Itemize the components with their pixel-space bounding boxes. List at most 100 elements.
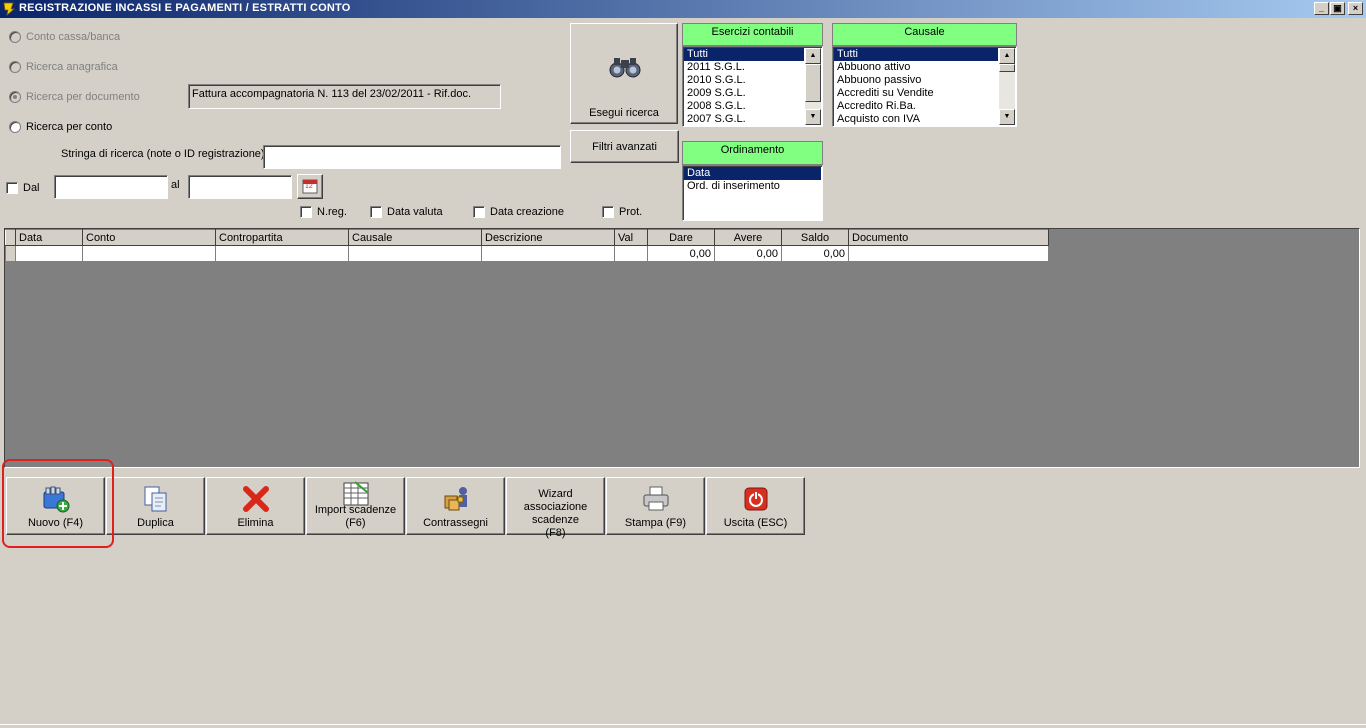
radio-ricerca-anagrafica-label: Ricerca anagrafica xyxy=(26,61,118,73)
power-exit-icon xyxy=(744,487,768,511)
radio-ricerca-documento-label: Ricerca per documento xyxy=(26,91,140,103)
scroll-up-icon[interactable]: ▲ xyxy=(805,48,821,64)
table-cell[interactable] xyxy=(15,245,83,262)
binoculars-icon xyxy=(609,58,641,78)
causale-scrollbar[interactable]: ▲ ▼ xyxy=(999,48,1015,125)
contrassegni-button[interactable]: Contrassegni xyxy=(406,477,505,535)
radio-ricerca-anagrafica[interactable] xyxy=(9,61,21,73)
radio-ricerca-documento[interactable] xyxy=(9,91,21,103)
column-header[interactable]: Val xyxy=(614,229,648,246)
esercizi-item[interactable]: 2011 S.G.L. xyxy=(684,61,804,74)
causale-item[interactable]: Tutti xyxy=(834,48,998,61)
al-label: al xyxy=(171,179,180,191)
data-valuta-checkbox[interactable] xyxy=(370,206,382,218)
column-header[interactable]: Conto xyxy=(82,229,216,246)
minimize-button[interactable]: _ xyxy=(1314,2,1329,15)
data-creazione-checkbox[interactable] xyxy=(473,206,485,218)
title-bar: REGISTRAZIONE INCASSI E PAGAMENTI / ESTR… xyxy=(0,0,1366,18)
courier-boxes-icon xyxy=(444,487,467,511)
table-cell[interactable]: 0,00 xyxy=(781,245,849,262)
esercizi-item[interactable]: 2009 S.G.L. xyxy=(684,87,804,100)
data-valuta-label: Data valuta xyxy=(387,206,443,218)
results-grid[interactable]: Data Conto Contropartita Causale Descrizione… xyxy=(4,228,1360,468)
radio-conto-cassa[interactable] xyxy=(9,31,21,43)
column-header[interactable]: Causale xyxy=(348,229,482,246)
esercizi-header: Esercizi contabili xyxy=(682,23,823,46)
search-string-input[interactable] xyxy=(263,145,561,169)
table-cell[interactable] xyxy=(481,245,615,262)
column-header[interactable]: Documento xyxy=(848,229,1049,246)
causale-item[interactable]: Abbuono attivo xyxy=(834,61,998,74)
import-scadenze-button[interactable]: Import scadenze (F6) xyxy=(306,477,405,535)
scroll-thumb[interactable] xyxy=(999,64,1015,72)
highlight-annotation xyxy=(2,459,114,548)
esercizi-item[interactable]: 2008 S.G.L. xyxy=(684,100,804,113)
dal-checkbox[interactable] xyxy=(6,182,18,194)
calendar-day-text: 12 xyxy=(305,183,313,190)
esercizi-scrollbar[interactable]: ▲ ▼ xyxy=(805,48,821,125)
column-header[interactable]: Contropartita xyxy=(215,229,349,246)
window-title: REGISTRAZIONE INCASSI E PAGAMENTI / ESTR… xyxy=(19,2,351,14)
scroll-thumb[interactable] xyxy=(805,64,821,102)
elimina-button[interactable]: Elimina xyxy=(206,477,305,535)
date-to-input[interactable] xyxy=(188,175,292,199)
delete-x-icon xyxy=(243,486,269,512)
column-header[interactable]: Data xyxy=(15,229,83,246)
contrassegni-label: Contrassegni xyxy=(423,517,488,529)
scroll-down-icon[interactable]: ▼ xyxy=(999,109,1015,125)
table-cell[interactable]: 0,00 xyxy=(647,245,715,262)
advanced-filters-button[interactable]: Filtri avanzati xyxy=(570,130,679,163)
nreg-checkbox[interactable] xyxy=(300,206,312,218)
causale-item[interactable]: Accredito Ri.Ba. xyxy=(834,100,998,113)
stampa-button[interactable]: Stampa (F9) xyxy=(606,477,705,535)
dal-label: Dal xyxy=(23,182,40,194)
causale-item[interactable]: Acquisto con IVA xyxy=(834,113,998,126)
table-cell[interactable] xyxy=(215,245,349,262)
row-indicator-header xyxy=(5,229,16,246)
execute-search-button[interactable]: Esegui ricerca xyxy=(570,23,678,124)
search-string-label: Stringa di ricerca (note o ID registrazi… xyxy=(61,148,265,160)
table-cell[interactable] xyxy=(848,245,1049,262)
column-header[interactable]: Saldo xyxy=(781,229,849,246)
table-cell[interactable] xyxy=(82,245,216,262)
table-row[interactable]: 0,00 0,00 0,00 xyxy=(5,245,1049,262)
scroll-down-icon[interactable]: ▼ xyxy=(805,109,821,125)
esercizi-item[interactable]: 2010 S.G.L. xyxy=(684,74,804,87)
ordinamento-list[interactable]: Data Ord. di inserimento xyxy=(682,165,823,221)
table-cell[interactable] xyxy=(614,245,648,262)
column-header[interactable]: Dare xyxy=(647,229,715,246)
calendar-button[interactable]: 12 xyxy=(297,174,323,199)
results-table: Data Conto Contropartita Causale Descrizione… xyxy=(5,229,1049,262)
causale-item[interactable]: Accrediti su Vendite xyxy=(834,87,998,100)
duplicate-icon xyxy=(144,486,167,512)
radio-ricerca-conto[interactable] xyxy=(9,121,21,133)
table-cell[interactable]: 0,00 xyxy=(714,245,782,262)
column-header[interactable]: Descrizione xyxy=(481,229,615,246)
printer-icon xyxy=(643,486,669,511)
uscita-button[interactable]: Uscita (ESC) xyxy=(706,477,805,535)
app-icon xyxy=(3,2,16,16)
esercizi-list[interactable]: Tutti 2011 S.G.L. 2010 S.G.L. 2009 S.G.L. 20… xyxy=(682,46,823,127)
execute-search-label: Esegui ricerca xyxy=(589,107,659,119)
date-from-input[interactable] xyxy=(54,175,168,199)
esercizi-item[interactable]: Tutti xyxy=(684,48,804,61)
table-cell[interactable] xyxy=(348,245,482,262)
duplica-label: Duplica xyxy=(137,517,174,529)
restore-button[interactable]: ▣ xyxy=(1330,2,1345,15)
uscita-label: Uscita (ESC) xyxy=(723,517,788,529)
prot-label: Prot. xyxy=(619,206,643,218)
esercizi-item[interactable]: 2007 S.G.L. xyxy=(684,113,804,126)
ordinamento-item[interactable]: Ord. di inserimento xyxy=(684,180,821,193)
prot-checkbox[interactable] xyxy=(602,206,614,218)
document-field: Fattura accompagnatoria N. 113 del 23/02… xyxy=(188,84,501,109)
duplica-button[interactable]: Duplica xyxy=(106,477,205,535)
column-header[interactable]: Avere xyxy=(714,229,782,246)
ordinamento-header: Ordinamento xyxy=(682,141,823,165)
ordinamento-item[interactable]: Data xyxy=(684,167,821,180)
wizard-associazione-button[interactable]: Wizard associazione scadenze (F8) xyxy=(506,477,605,539)
scroll-up-icon[interactable]: ▲ xyxy=(999,48,1015,64)
causale-item[interactable]: Abbuono passivo xyxy=(834,74,998,87)
stampa-label: Stampa (F9) xyxy=(624,517,687,529)
close-button[interactable]: × xyxy=(1348,2,1363,15)
causale-list[interactable]: Tutti Abbuono attivo Abbuono passivo Accred… xyxy=(832,46,1017,127)
